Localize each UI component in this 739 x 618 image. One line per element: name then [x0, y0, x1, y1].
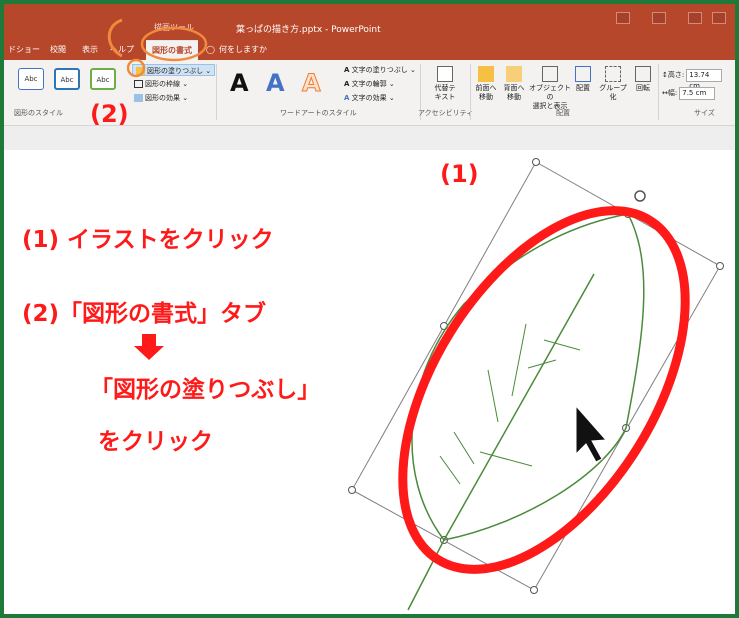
rotate-handle-icon	[634, 190, 646, 202]
mouse-cursor-icon	[575, 404, 608, 463]
selection-handle	[532, 158, 540, 166]
step2-marker: (2)	[90, 100, 129, 128]
leaf-highlight-ellipse	[398, 206, 690, 574]
screenshot-frame: 描画ツール 葉っぱの描き方.pptx - PowerPoint ドショー 校閲 …	[4, 4, 735, 614]
fill-button-highlight	[126, 58, 146, 78]
instruction-line-2: (2)「図形の書式」タブ	[22, 301, 267, 327]
step1-marker: (1)	[440, 160, 479, 188]
leaf-veins	[439, 323, 581, 485]
selection-handle	[348, 486, 356, 494]
tab-highlight-circle	[140, 26, 208, 62]
instruction-line-4: をクリック	[98, 429, 213, 455]
selection-handle	[716, 262, 724, 270]
curved-arrow-shape	[107, 18, 123, 58]
selection-handle	[530, 586, 538, 594]
instruction-line-3: 「図形の塗りつぶし」	[90, 377, 321, 403]
down-arrow-icon	[134, 334, 164, 360]
instruction-line-1: (1) イラストをクリック	[22, 227, 274, 253]
